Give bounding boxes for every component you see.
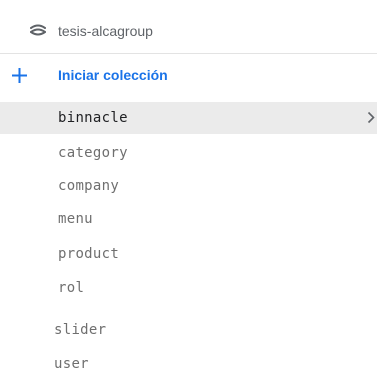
collection-item-user[interactable]: user bbox=[0, 348, 377, 370]
collection-item-company[interactable]: company bbox=[0, 170, 377, 202]
plus-icon bbox=[12, 68, 27, 83]
project-header: tesis-alcagroup bbox=[0, 0, 377, 54]
add-collection-button[interactable]: Iniciar colección bbox=[0, 60, 377, 90]
collection-label: slider bbox=[54, 322, 107, 338]
collection-item-slider[interactable]: slider bbox=[0, 314, 377, 346]
collection-label: category bbox=[58, 145, 128, 161]
collection-label: menu bbox=[58, 211, 93, 227]
database-icon bbox=[30, 24, 46, 36]
collections-panel: tesis-alcagroup Iniciar colección binnac… bbox=[0, 0, 377, 370]
collection-item-rol[interactable]: rol bbox=[0, 272, 377, 304]
collection-item-binnacle[interactable]: binnacle bbox=[0, 102, 377, 134]
collection-label: company bbox=[58, 178, 120, 194]
collection-label: user bbox=[54, 356, 89, 370]
add-collection-label: Iniciar colección bbox=[58, 67, 168, 83]
chevron-right-icon bbox=[367, 111, 375, 124]
collection-label: binnacle bbox=[58, 110, 128, 126]
collection-label: rol bbox=[58, 280, 85, 296]
collection-item-menu[interactable]: menu bbox=[0, 203, 377, 235]
collection-item-product[interactable]: product bbox=[0, 238, 377, 270]
collection-item-category[interactable]: category bbox=[0, 137, 377, 169]
collection-label: product bbox=[58, 246, 120, 262]
project-name: tesis-alcagroup bbox=[58, 23, 153, 39]
